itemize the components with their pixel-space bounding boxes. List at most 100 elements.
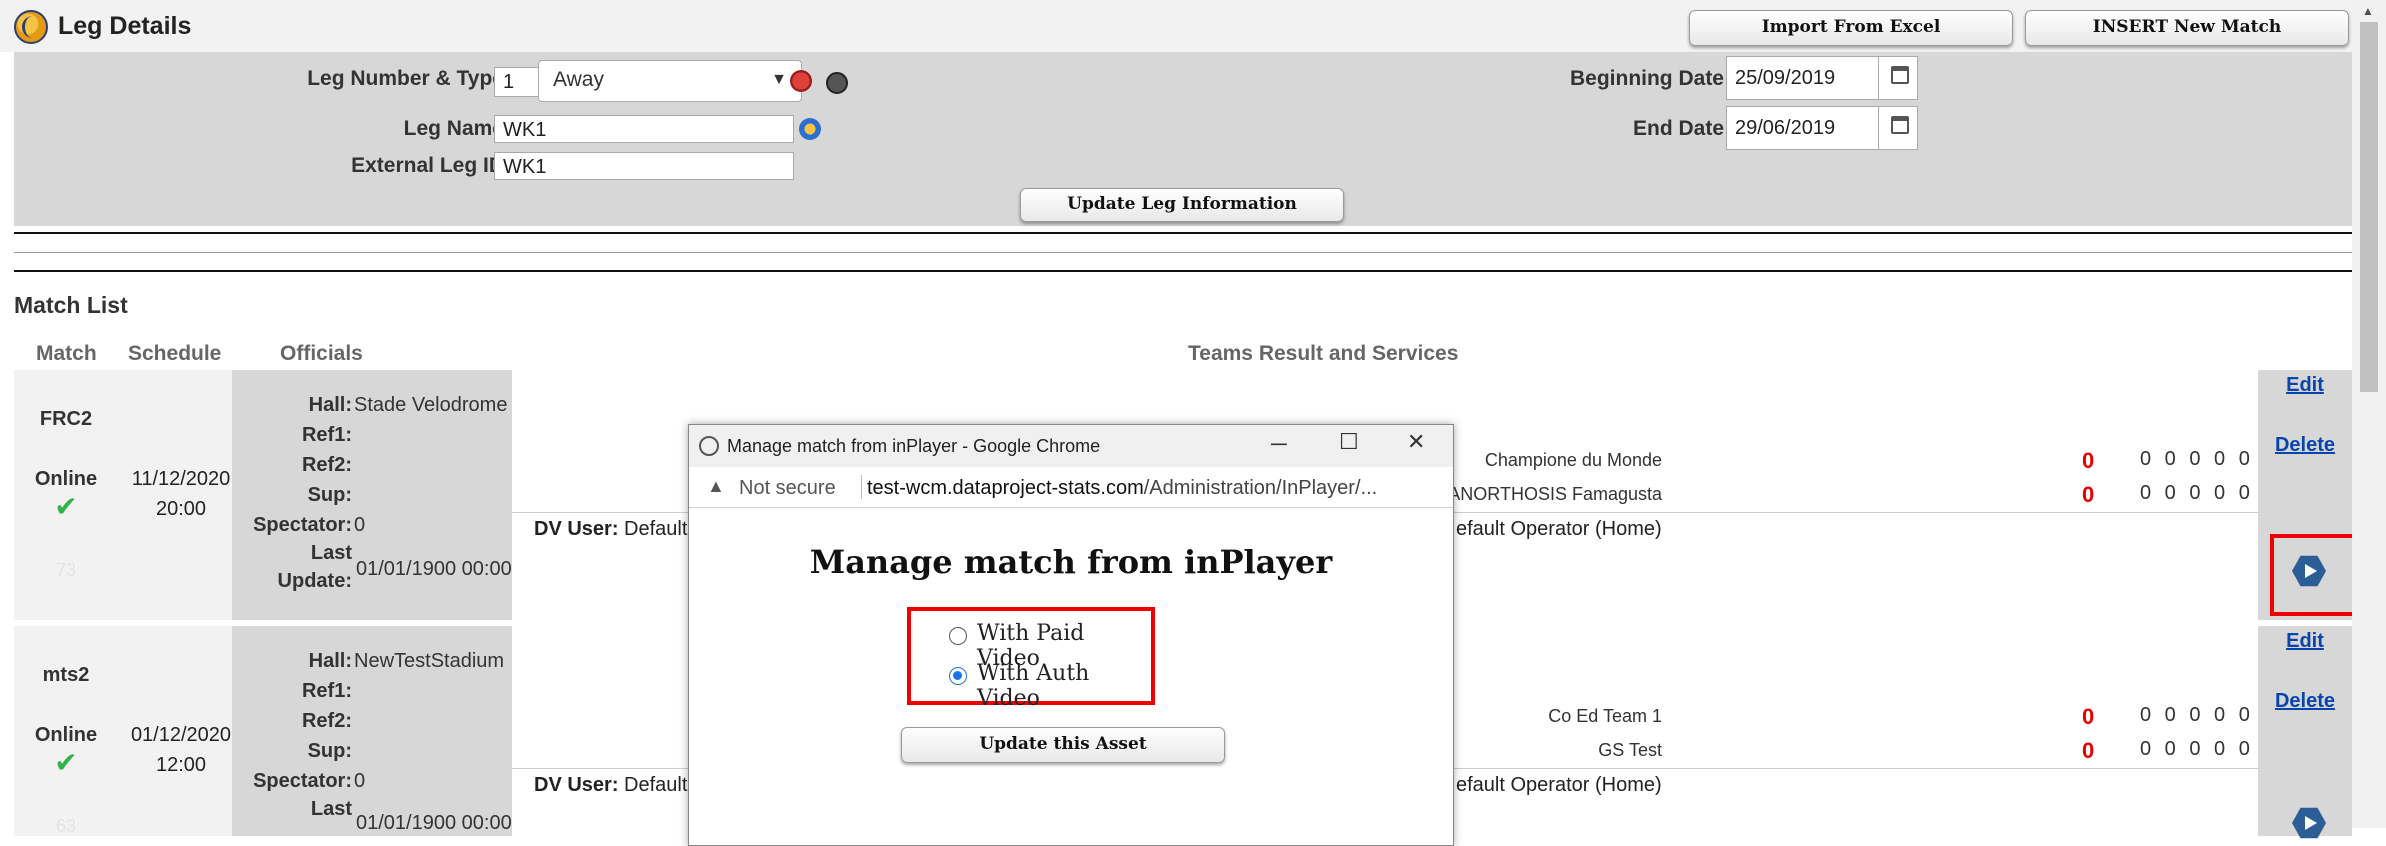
team-home-name: Co Ed Team 1 [1548,706,1662,726]
edit-link[interactable]: Edit [2258,374,2352,397]
minimize-icon[interactable]: ─ [1271,431,1287,457]
last-update-value: 01/01/1900 00:00 [356,812,512,834]
match-time: 20:00 [155,498,207,520]
scroll-up-arrow-icon[interactable]: ▲ [2362,4,2374,18]
delete-link[interactable]: Delete [2258,690,2352,713]
popup-address-bar[interactable]: ▲ Not secure test-wcm.dataproject-stats.… [689,467,1453,508]
ref2-label: Ref2: [301,454,352,476]
leg-type-select[interactable]: Away ▼ [538,60,802,102]
team-away-sets: 0 0 0 0 0 [2140,738,2251,760]
match-status: Online [34,468,98,490]
officials-cell: Hall: Stade Velodrome Ref1: Ref2: Sup: S… [232,370,526,620]
popup-url: test-wcm.dataproject-stats.com/Administr… [867,477,1377,500]
team-away-name: ANORTHOSIS Famagusta [1448,484,1662,504]
leg-type-selected-value: Away [553,68,604,91]
sup-label: Sup: [307,740,352,762]
hall-value: Stade Velodrome [354,394,508,416]
leg-number-type-label: Leg Number & Type [307,67,504,90]
last-label: Last [310,542,352,564]
match-code[interactable]: FRC2 [14,408,118,431]
end-date-input[interactable]: 29/06/2019 [1726,106,1880,150]
url-separator [861,475,862,499]
spectator-label: Spectator: [253,770,352,792]
sup-label: Sup: [307,484,352,506]
auth-video-radio[interactable] [949,667,967,685]
lock-icon[interactable] [826,72,848,94]
last-update-value: 01/01/1900 00:00 [356,558,512,580]
team-home-sets: 0 0 0 0 0 [2140,704,2251,726]
not-secure-label: Not secure [739,477,836,499]
delete-link[interactable]: Delete [2258,434,2352,457]
chevron-down-icon: ▼ [771,71,787,88]
warning-icon: ▲ [707,476,725,496]
leg-name-input[interactable]: WK1 [494,115,794,143]
popup-title-bar: Manage match from inPlayer - Google Chro… [689,425,1453,467]
column-header-officials: Officials [280,342,363,365]
match-code[interactable]: mts2 [14,664,118,687]
scrollbar-thumb[interactable] [2360,22,2378,392]
external-leg-id-label: External Leg ID [351,154,504,177]
insert-new-match-button[interactable]: INSERT New Match [2025,10,2349,46]
ref2-label: Ref2: [301,710,352,732]
team-away-name: GS Test [1598,740,1662,760]
dv-user-label: DV User: [534,774,619,796]
update-label: Update: [277,570,352,592]
ref1-label: Ref1: [301,680,352,702]
update-leg-information-button[interactable]: Update Leg Information [1020,188,1344,222]
checkmark-icon: ✔ [54,491,78,522]
actions-cell: Edit Delete [2258,370,2356,620]
red-ball-icon[interactable] [790,70,812,92]
edit-link[interactable]: Edit [2258,630,2352,653]
beginning-date-label: Beginning Date [1569,67,1724,90]
external-leg-id-input[interactable]: WK1 [494,152,794,180]
officials-cell: Hall: NewTestStadium Ref1: Ref2: Sup: Sp… [232,626,526,836]
match-id: 63 [55,816,77,836]
url-domain: test-wcm.dataproject-stats.com [867,477,1144,499]
leg-info-panel: Leg Number & Type 1 Away ▼ Leg Name WK1 … [14,52,2352,226]
column-header-schedule: Schedule [128,342,222,365]
team-away-sets: 0 0 0 0 0 [2140,482,2251,504]
beginning-date-input[interactable]: 25/09/2019 [1726,56,1880,100]
page: Leg Details Import From Excel INSERT New… [0,0,2386,846]
dv-user-label: DV User: [534,518,619,540]
team-away-score: 0 [2082,482,2095,507]
auth-video-label[interactable]: With Auth Video [977,661,1151,711]
end-date-calendar-icon[interactable] [1878,106,1918,150]
dv-user-value-right: efault Operator (Home) [1456,774,1662,796]
match-status: Online [34,724,98,746]
popup-window-title: Manage match from inPlayer - Google Chro… [727,436,1101,456]
paid-video-radio[interactable] [949,627,967,645]
team-home-score: 0 [2082,704,2095,729]
match-list-title: Match List [14,292,128,318]
match-schedule: 01/12/2020 12:00 [118,626,244,836]
leg-number-input[interactable]: 1 [494,67,544,97]
match-date: 11/12/2020 [131,468,231,490]
page-title: Leg Details [58,12,192,40]
close-icon[interactable]: ✕ [1407,429,1425,455]
hall-value: NewTestStadium [354,650,505,672]
dv-user-value-right: efault Operator (Home) [1456,518,1662,540]
globe-icon [699,436,719,456]
dv-user-text: DV User: Default C [534,518,707,541]
dv-user-text: DV User: Default C [534,774,707,797]
column-header-teams-result: Teams Result and Services [1188,342,1459,365]
maximize-icon[interactable]: ☐ [1339,429,1359,455]
team-home-sets: 0 0 0 0 0 [2140,448,2251,470]
end-date-label: End Date [1632,117,1724,140]
team-home-score: 0 [2082,448,2095,473]
play-video-icon[interactable] [2292,807,2326,839]
divider-line [14,232,2352,234]
last-label: Last [310,798,352,820]
match-id: 73 [55,560,77,580]
update-asset-button[interactable]: Update this Asset [901,727,1225,763]
column-header-match: Match [36,342,97,365]
match-date: 01/12/2020 [130,724,232,746]
ref1-label: Ref1: [301,424,352,446]
team-home-name: Champione du Monde [1484,450,1662,470]
match-time: 12:00 [155,754,207,776]
match-schedule: 11/12/2020 20:00 [118,370,244,620]
volleyball-logo-icon [14,10,48,44]
globe-icon[interactable] [799,118,821,140]
import-from-excel-button[interactable]: Import From Excel [1689,10,2013,46]
beginning-date-calendar-icon[interactable] [1878,56,1918,100]
